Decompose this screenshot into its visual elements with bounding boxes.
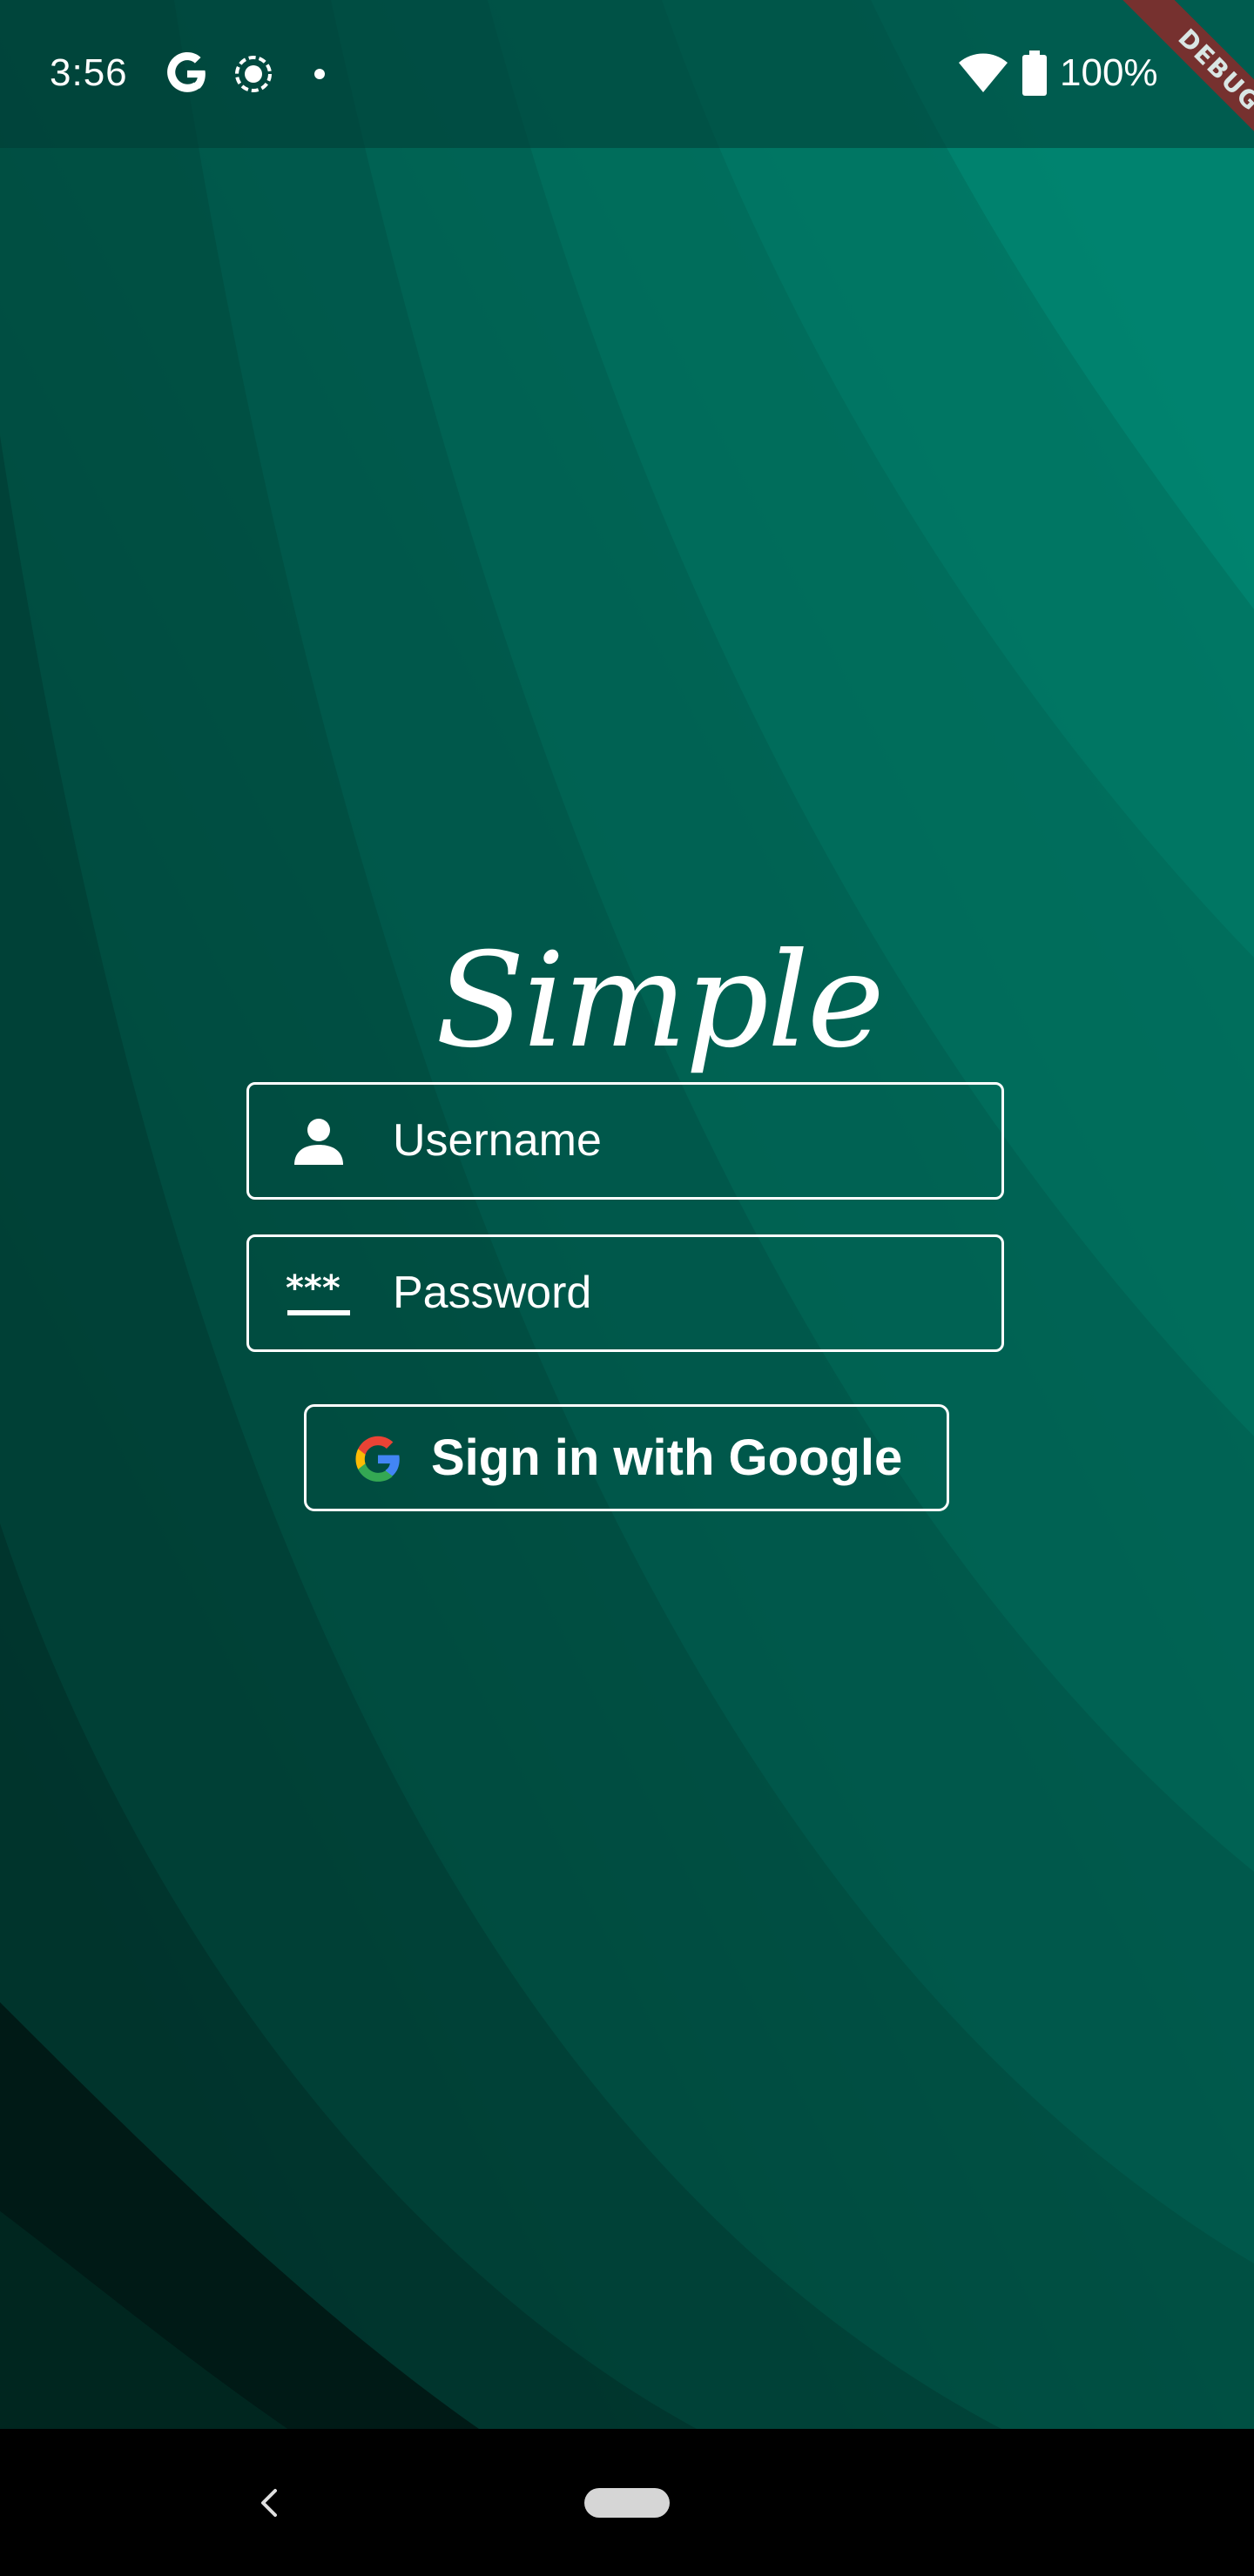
record-icon [235,56,272,92]
background-waves [0,0,1254,2429]
battery-icon [1022,50,1047,96]
dot-icon [314,69,325,79]
password-field[interactable]: *** Password [246,1234,1004,1352]
home-pill[interactable] [584,2488,670,2518]
app-logo: Simple [435,925,885,1077]
google-button-label: Sign in with Google [431,1429,903,1486]
wifi-icon [959,53,1008,92]
google-sign-in-button[interactable]: Sign in with Google [304,1404,949,1511]
status-time: 3:56 [50,51,128,94]
login-screen: 3:56 100% DEBUG Simple Username *** Pass… [0,0,1254,2576]
password-icon: *** [286,1268,350,1315]
username-placeholder: Username [393,1115,602,1166]
person-icon [294,1119,343,1165]
google-logo-icon [355,1436,400,1482]
username-field[interactable]: Username [246,1082,1004,1200]
status-bar: 3:56 100% [0,0,1254,148]
back-icon[interactable] [253,2485,287,2520]
google-g-icon [167,52,206,92]
password-placeholder: Password [393,1268,592,1318]
svg-text:***: *** [286,1268,340,1308]
battery-percentage: 100% [1060,51,1158,94]
